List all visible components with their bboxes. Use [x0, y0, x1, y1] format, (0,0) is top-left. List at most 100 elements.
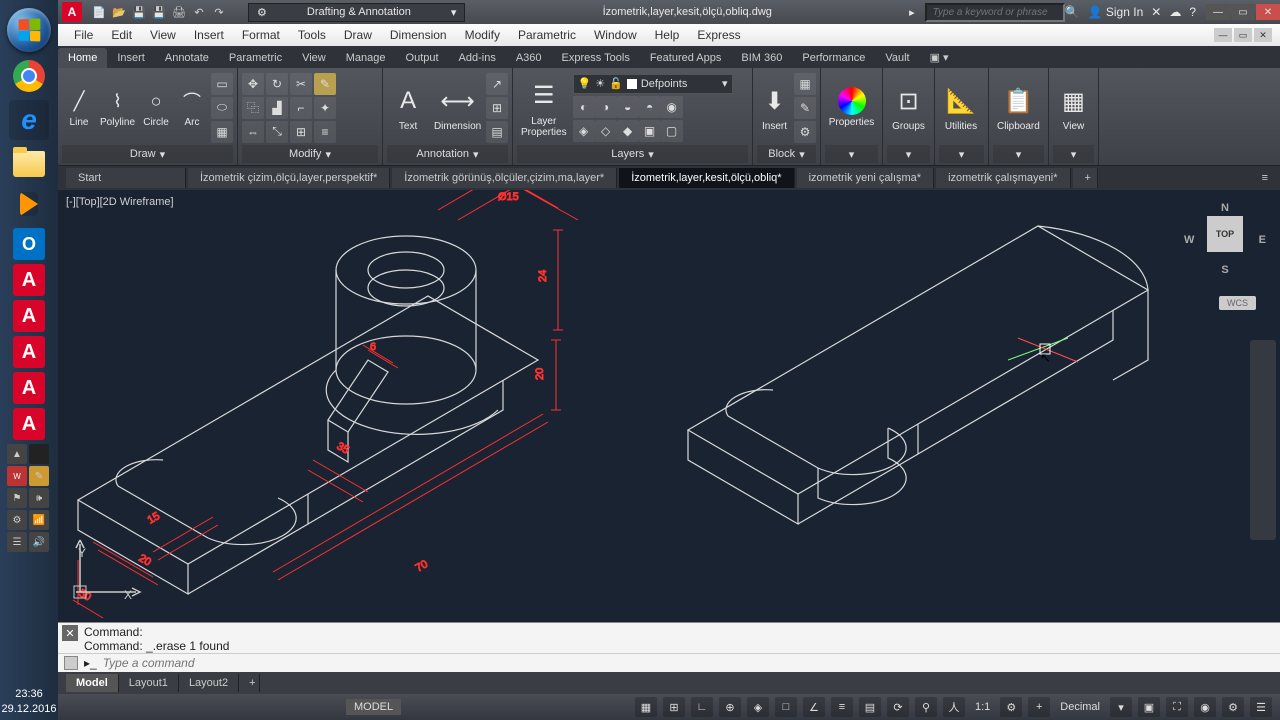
autocad-icon[interactable]: A	[13, 336, 45, 368]
layer-tool-icon[interactable]: ◓	[639, 96, 661, 118]
outlook-icon[interactable]: O	[13, 228, 45, 260]
tray-icons[interactable]: ▲W✎⚑🕪⚙📶☰🔊	[7, 444, 51, 552]
file-tab-active[interactable]: İzometrik,layer,kesit,ölçü,obliq*	[619, 168, 794, 188]
chevron-down-icon[interactable]: ▾	[959, 148, 965, 161]
chevron-down-icon[interactable]: ▾	[849, 148, 855, 161]
menu-edit[interactable]: Edit	[103, 26, 140, 44]
ribtab-express[interactable]: Express Tools	[552, 48, 640, 68]
polar-toggle-icon[interactable]: ⊕	[719, 697, 741, 717]
drawing-canvas[interactable]: [-][Top][2D Wireframe] N S W E TOP WCS	[58, 190, 1280, 622]
new-tab-button[interactable]: +	[1073, 168, 1098, 188]
workspace-selector[interactable]: ⚙ Drafting & Annotation ▾	[248, 3, 465, 22]
autocad-icon[interactable]: A	[13, 300, 45, 332]
doc-restore-button[interactable]: ▭	[1234, 28, 1252, 42]
tab-layout2[interactable]: Layout2	[179, 674, 239, 692]
layer-selector[interactable]: 💡☀🔓 Defpoints ▾	[573, 74, 733, 94]
trim-icon[interactable]: ✂	[290, 73, 312, 95]
help-icon[interactable]: ?	[1189, 5, 1196, 19]
ribtab-home[interactable]: Home	[58, 48, 107, 68]
explode-icon[interactable]: ✦	[314, 97, 336, 119]
taskbar-clock[interactable]: 23:36 29.12.2016	[0, 687, 58, 716]
qat-undo-icon[interactable]: ↶	[190, 3, 208, 21]
maximize-button[interactable]: ▭	[1231, 4, 1255, 20]
quickprops-icon[interactable]: ▣	[1138, 697, 1160, 717]
view-button[interactable]: ▦View	[1053, 81, 1094, 134]
utilities-button[interactable]: 📐Utilities	[939, 81, 983, 134]
layer-tool-icon[interactable]: ▣	[639, 120, 661, 142]
menu-file[interactable]: File	[66, 26, 101, 44]
file-tab[interactable]: izometrik çalışmayeni*	[936, 168, 1070, 188]
menu-insert[interactable]: Insert	[186, 26, 232, 44]
file-tab[interactable]: İzometrik görünüş,ölçüler,çizim,ma,layer…	[392, 168, 617, 188]
menu-dimension[interactable]: Dimension	[382, 26, 455, 44]
polyline-button[interactable]: ⌇Polyline	[98, 85, 137, 130]
groups-button[interactable]: ⊡Groups	[887, 81, 930, 134]
ribtab-featured[interactable]: Featured Apps	[640, 48, 732, 68]
chevron-down-icon[interactable]: ▾	[325, 148, 331, 161]
qat-print-icon[interactable]: 🖨	[170, 3, 188, 21]
scale-icon[interactable]: ⤡	[266, 121, 288, 143]
qat-open-icon[interactable]: 📂	[110, 3, 128, 21]
qat-new-icon[interactable]: 📄	[90, 3, 108, 21]
cmd-close-icon[interactable]: ✕	[62, 625, 78, 641]
chevron-down-icon[interactable]: ▾	[473, 148, 479, 161]
menu-express[interactable]: Express	[689, 26, 748, 44]
osnap-toggle-icon[interactable]: □	[775, 697, 797, 717]
mtext-icon[interactable]: ▤	[486, 121, 508, 143]
autocad-icon[interactable]: A	[13, 408, 45, 440]
create-block-icon[interactable]: ▦	[794, 73, 816, 95]
offset-icon[interactable]: ≡	[314, 121, 336, 143]
viewcube-east[interactable]: E	[1259, 234, 1266, 246]
edit-block-icon[interactable]: ✎	[794, 97, 816, 119]
scale-label[interactable]: 1:1	[971, 701, 994, 713]
fillet-icon[interactable]: ⌐	[290, 97, 312, 119]
add-layout-button[interactable]: +	[239, 674, 260, 692]
doc-menu-icon[interactable]: ▸	[909, 6, 915, 19]
tabs-menu-icon[interactable]: ≡	[1250, 168, 1280, 188]
ellipse-icon[interactable]: ⬭	[211, 97, 233, 119]
customize-icon[interactable]: ☰	[1250, 697, 1272, 717]
menu-view[interactable]: View	[142, 26, 184, 44]
infocenter-icon[interactable]: 🔍	[1065, 5, 1080, 19]
minimize-button[interactable]: —	[1206, 4, 1230, 20]
layer-tool-icon[interactable]: ◒	[617, 96, 639, 118]
ribtab-annotate[interactable]: Annotate	[155, 48, 219, 68]
start-button[interactable]	[7, 8, 51, 52]
dimension-button[interactable]: ⟷Dimension	[431, 81, 484, 134]
help-search-input[interactable]	[925, 3, 1065, 22]
layer-properties-button[interactable]: ☰Layer Properties	[517, 76, 571, 140]
iso-toggle-icon[interactable]: ◈	[747, 697, 769, 717]
ie-icon[interactable]: e	[9, 100, 49, 140]
menu-help[interactable]: Help	[647, 26, 688, 44]
rect-icon[interactable]: ▭	[211, 73, 233, 95]
media-player-icon[interactable]	[20, 192, 38, 216]
tab-model[interactable]: Model	[66, 674, 119, 692]
cycling-icon[interactable]: ⟳	[887, 697, 909, 717]
chevron-down-icon[interactable]: ▾	[799, 148, 805, 161]
line-button[interactable]: ╱Line	[62, 85, 96, 130]
chevron-down-icon[interactable]: ▾	[1110, 697, 1132, 717]
qat-saveas-icon[interactable]: 💾	[150, 3, 168, 21]
snap-toggle-icon[interactable]: ⊞	[663, 697, 685, 717]
menu-window[interactable]: Window	[586, 26, 645, 44]
move-icon[interactable]: ✥	[242, 73, 264, 95]
ribtab-a360[interactable]: A360	[506, 48, 552, 68]
signin-button[interactable]: 👤 Sign In	[1088, 5, 1144, 19]
autocad-icon[interactable]: A	[13, 264, 45, 296]
otrack-toggle-icon[interactable]: ∠	[803, 697, 825, 717]
file-tab[interactable]: izometrik yeni çalışma*	[797, 168, 934, 188]
leader-icon[interactable]: ↗	[486, 73, 508, 95]
doc-close-button[interactable]: ✕	[1254, 28, 1272, 42]
menu-format[interactable]: Format	[234, 26, 288, 44]
fullscreen-icon[interactable]: ⛶	[1166, 697, 1188, 717]
command-input[interactable]	[103, 656, 1274, 670]
status-model[interactable]: MODEL	[346, 699, 401, 715]
chevron-down-icon[interactable]: ▾	[1016, 148, 1022, 161]
chevron-down-icon[interactable]: ▾	[160, 148, 166, 161]
layer-tool-icon[interactable]: ◉	[661, 96, 683, 118]
transparency-icon[interactable]: ▤	[859, 697, 881, 717]
grid-toggle-icon[interactable]: ▦	[635, 697, 657, 717]
mirror-icon[interactable]: ▟	[266, 97, 288, 119]
ribtab-performance[interactable]: Performance	[792, 48, 875, 68]
menu-tools[interactable]: Tools	[290, 26, 334, 44]
